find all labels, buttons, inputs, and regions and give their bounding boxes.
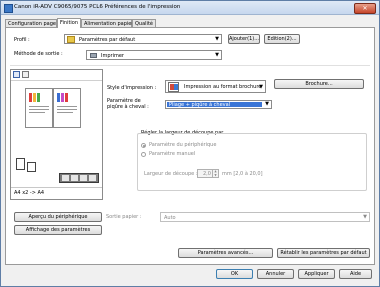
option-manual-setting-label: Paramètre manuel xyxy=(149,151,196,157)
radio-manual-setting[interactable] xyxy=(141,152,146,157)
separator xyxy=(10,65,370,66)
saddle-stitch-value: Pliage + piqûre à cheval xyxy=(169,102,231,108)
copies-icon xyxy=(27,162,36,172)
preview-toolbar xyxy=(11,70,102,81)
page-order-icon xyxy=(16,158,25,170)
chevron-down-icon: ▼ xyxy=(265,101,269,107)
apply-button[interactable]: Appliquer xyxy=(298,269,335,279)
option-device-setting-label: Paramètre du périphérique xyxy=(149,142,217,148)
help-button[interactable]: Aide xyxy=(339,269,372,279)
cancel-button[interactable]: Annuler xyxy=(257,269,294,279)
printer-app-icon xyxy=(4,4,13,13)
advanced-settings-button[interactable]: Paramètres avancés... xyxy=(178,248,273,258)
ok-button[interactable]: OK xyxy=(216,269,253,279)
paper-output-value: Auto xyxy=(164,215,176,221)
tab-quality[interactable]: Qualité xyxy=(132,19,156,27)
device-preview-button[interactable]: Aperçu du périphérique xyxy=(14,212,102,222)
trim-width-spinbox[interactable]: 2,0 ▲ ▼ xyxy=(197,169,219,178)
paper-output-select[interactable]: Auto ▼ xyxy=(160,212,370,222)
show-settings-button[interactable]: Affichage des paramètres xyxy=(14,225,102,235)
profile-select[interactable]: Paramètres par défaut ▼ xyxy=(64,34,222,44)
layout-preview: A4 x2 -> A4 xyxy=(10,69,103,200)
booklet-button[interactable]: Brochure... xyxy=(274,79,364,89)
tab-page-setup[interactable]: Configuration page xyxy=(5,19,57,27)
profile-label: Profil : xyxy=(14,37,30,43)
print-style-select[interactable]: Impression au format brochure ▼ xyxy=(165,80,266,93)
printer-view-icon[interactable] xyxy=(22,71,29,78)
chevron-down-icon: ▼ xyxy=(363,214,367,220)
booklet-style-icon xyxy=(168,82,179,92)
output-method-label: Méthode de sortie : xyxy=(14,51,63,57)
booklet-right-page xyxy=(53,88,81,128)
restore-defaults-button[interactable]: Rétablir les paramètres par défaut xyxy=(277,248,370,258)
profile-icon xyxy=(67,36,75,43)
print-style-label: Style d'impression : xyxy=(107,85,157,91)
trim-width-group: Paramètre du périphérique Paramètre manu… xyxy=(137,133,367,191)
radio-device-setting[interactable] xyxy=(141,143,146,148)
saddle-stitch-label: Paramètre de piqûre à cheval : xyxy=(107,98,149,110)
booklet-left-page xyxy=(25,88,53,128)
page-view-icon[interactable] xyxy=(13,71,20,78)
paper-output-label: Sortie papier : xyxy=(106,214,142,220)
close-button[interactable]: ✕ xyxy=(354,3,376,14)
chevron-down-icon: ▼ xyxy=(259,84,263,90)
print-style-value: Impression au format brochure xyxy=(184,84,262,90)
profile-value: Paramètres par défaut xyxy=(79,37,136,43)
print-preferences-window: Canon iR-ADV C9065/9075 PCL6 Préférences… xyxy=(0,0,380,287)
output-method-select[interactable]: Imprimer ▼ xyxy=(86,50,222,60)
trim-width-label: Largeur de découpe : xyxy=(144,171,198,177)
output-method-value: Imprimer xyxy=(101,53,124,59)
preview-caption: A4 x2 -> A4 xyxy=(14,190,45,196)
trim-width-unit: mm [2,0 à 20,0] xyxy=(222,171,263,177)
title-bar: Canon iR-ADV C9065/9075 PCL6 Préférences… xyxy=(1,1,379,15)
saddle-stitch-select[interactable]: Pliage + piqûre à cheval ▼ xyxy=(165,100,272,109)
tab-paper-source[interactable]: Alimentation papier xyxy=(81,19,133,27)
chevron-down-icon: ▼ xyxy=(215,36,219,42)
add-profile-button[interactable]: Ajouter(1)... xyxy=(228,34,260,44)
window-title: Canon iR-ADV C9065/9075 PCL6 Préférences… xyxy=(14,4,181,10)
printer-icon xyxy=(90,53,97,58)
finishing-options-icon xyxy=(59,173,99,183)
edit-profile-button[interactable]: Edition(2)... xyxy=(264,34,300,44)
chevron-down-icon: ▼ xyxy=(215,52,219,58)
trim-width-value: 2,0 xyxy=(203,171,211,177)
tab-finishing[interactable]: Finition xyxy=(57,18,81,28)
spin-arrows-icon[interactable]: ▲ ▼ xyxy=(212,169,218,177)
